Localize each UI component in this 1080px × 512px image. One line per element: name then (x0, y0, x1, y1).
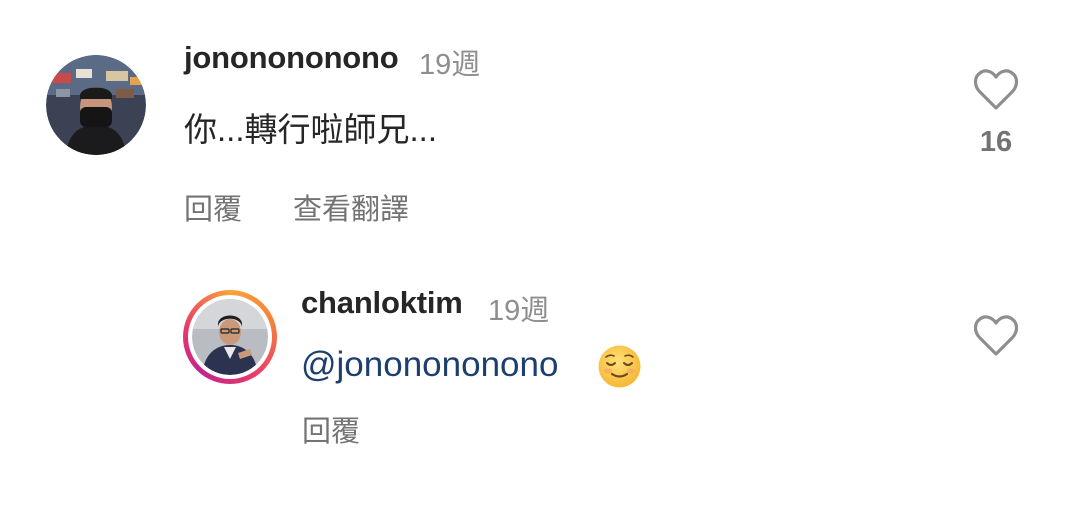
avatar-photo (192, 299, 268, 375)
see-translation-button[interactable]: 查看翻譯 (293, 186, 409, 228)
reply-button[interactable]: 回覆 (184, 186, 242, 228)
user-avatar[interactable] (192, 299, 268, 375)
comment-username[interactable]: chanloktim (301, 285, 463, 321)
avatar-photo (46, 55, 146, 155)
mention-link[interactable]: @jononononono (301, 345, 558, 385)
comment-timestamp: 19週 (488, 295, 550, 327)
comment-timestamp: 19週 (419, 49, 481, 81)
comment-text: 你...轉行啦師兄... (184, 111, 438, 148)
user-avatar[interactable] (46, 55, 146, 155)
like-heart-icon[interactable] (972, 314, 1020, 358)
reply-button[interactable]: 回覆 (302, 408, 360, 450)
like-heart-icon[interactable] (972, 68, 1020, 112)
relieved-face-emoji-icon (597, 344, 642, 389)
comment-username[interactable]: jononononono (184, 40, 399, 76)
like-count: 16 (979, 126, 1013, 158)
